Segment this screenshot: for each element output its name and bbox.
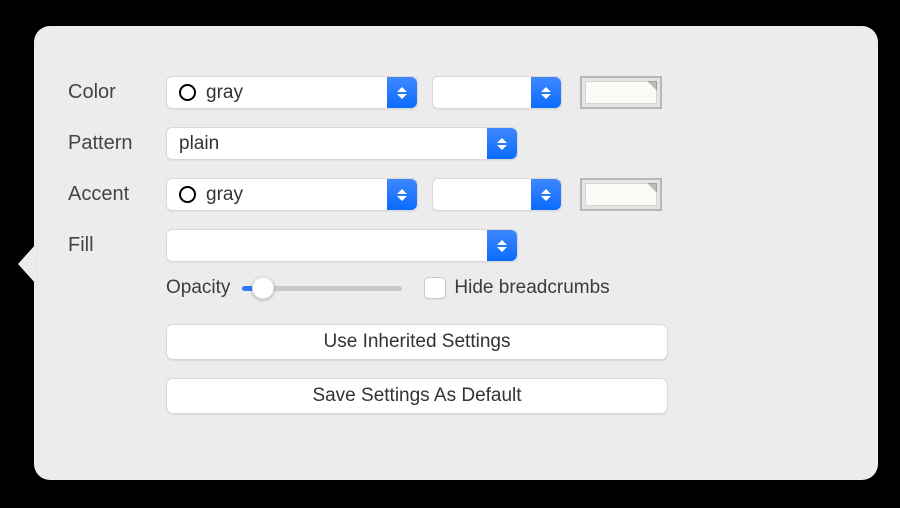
label-pattern: Pattern: [68, 132, 166, 155]
circle-icon: [179, 186, 196, 203]
color-secondary-select[interactable]: [432, 76, 562, 109]
label-accent: Accent: [68, 183, 166, 206]
use-inherited-button[interactable]: Use Inherited Settings: [166, 324, 668, 360]
label-opacity: Opacity: [166, 277, 230, 299]
chevron-up-down-icon: [531, 179, 561, 210]
checkbox-box: [424, 277, 446, 299]
chevron-up-down-icon: [487, 230, 517, 261]
use-inherited-label: Use Inherited Settings: [324, 331, 511, 353]
save-default-label: Save Settings As Default: [312, 385, 521, 407]
color-value: gray: [206, 82, 243, 104]
row-pattern: Pattern plain: [68, 127, 844, 160]
color-select[interactable]: gray: [166, 76, 418, 109]
color-swatch-well[interactable]: [580, 76, 662, 109]
hide-breadcrumbs-checkbox[interactable]: Hide breadcrumbs: [424, 277, 609, 299]
settings-form: Color gray Pattern plain: [68, 76, 844, 432]
fill-select[interactable]: [166, 229, 518, 262]
settings-popover: Color gray Pattern plain: [34, 26, 878, 480]
row-opacity: Opacity Hide breadcrumbs: [166, 276, 844, 300]
circle-icon: [179, 84, 196, 101]
chevron-up-down-icon: [387, 77, 417, 108]
chevron-up-down-icon: [531, 77, 561, 108]
popover-arrow: [18, 244, 36, 284]
pattern-select[interactable]: plain: [166, 127, 518, 160]
accent-swatch-well[interactable]: [580, 178, 662, 211]
accent-select[interactable]: gray: [166, 178, 418, 211]
hide-breadcrumbs-label: Hide breadcrumbs: [454, 277, 609, 299]
row-accent: Accent gray: [68, 178, 844, 211]
label-fill: Fill: [68, 234, 166, 257]
chevron-up-down-icon: [487, 128, 517, 159]
pattern-value: plain: [179, 133, 219, 155]
save-default-button[interactable]: Save Settings As Default: [166, 378, 668, 414]
color-swatch: [585, 81, 657, 104]
row-color: Color gray: [68, 76, 844, 109]
chevron-up-down-icon: [387, 179, 417, 210]
accent-swatch: [585, 183, 657, 206]
opacity-slider[interactable]: [242, 276, 402, 300]
slider-thumb: [252, 277, 274, 299]
accent-value: gray: [206, 184, 243, 206]
label-color: Color: [68, 81, 166, 104]
row-fill: Fill: [68, 229, 844, 262]
accent-secondary-select[interactable]: [432, 178, 562, 211]
